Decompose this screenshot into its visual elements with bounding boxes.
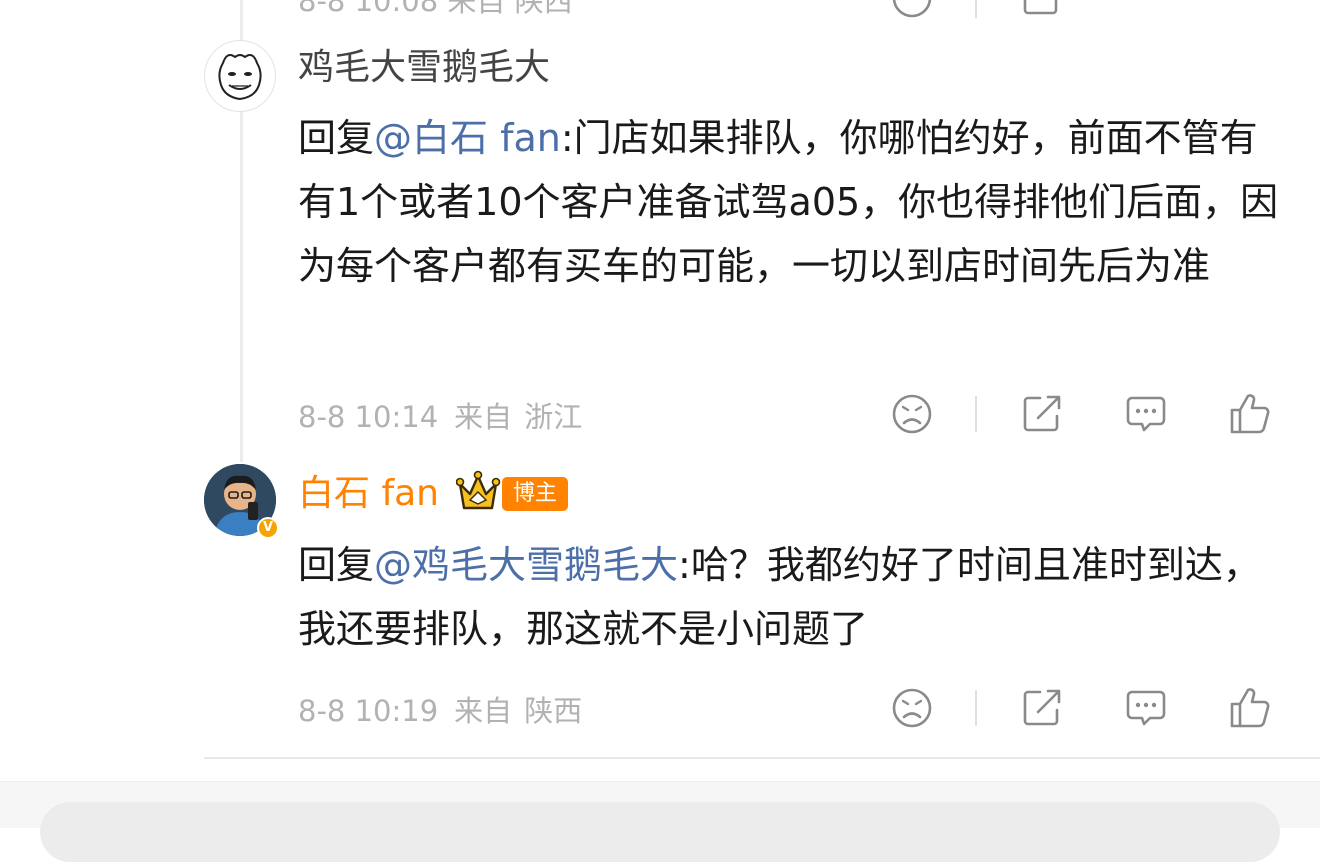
share-icon[interactable] xyxy=(1020,686,1064,730)
comment-icon[interactable] xyxy=(1124,0,1168,20)
location: 陕西 xyxy=(524,694,583,728)
avatar[interactable]: V xyxy=(204,464,279,539)
action-separator xyxy=(975,396,977,432)
username[interactable]: 白石 fan xyxy=(298,472,439,516)
username[interactable]: 鸡毛大雪鹅毛大 xyxy=(298,46,550,90)
timestamp: 8-8 10:14 xyxy=(298,400,439,434)
dislike-icon[interactable] xyxy=(890,392,934,436)
source-label: 来自 xyxy=(454,400,513,434)
divider xyxy=(204,757,1320,759)
mention-link[interactable]: @鸡毛大雪鹅毛大 xyxy=(374,543,678,587)
comment-meta: 8-8 10:14 来自 浙江 xyxy=(298,394,582,436)
crown-icon xyxy=(455,470,508,514)
timestamp: 8-8 10:19 xyxy=(298,694,439,728)
action-separator xyxy=(975,690,977,726)
like-icon[interactable] xyxy=(1228,0,1272,20)
comment-text: 回复@鸡毛大雪鹅毛大:哈？我都约好了时间且准时到达，我还要排队，那这就不是小问题… xyxy=(298,533,1288,661)
comment-icon[interactable] xyxy=(1124,686,1168,730)
comment-text: 回复@白石 fan:门店如果排队，你哪怕约好，前面不管有有1个或者10个客户准备… xyxy=(298,106,1288,298)
comment-meta: 8-8 10:19 来自 陕西 xyxy=(298,688,582,730)
previous-comment-meta: 8-8 10:08 来自 陕西 xyxy=(298,0,573,18)
action-separator xyxy=(975,0,977,18)
source-label: 来自 xyxy=(454,694,513,728)
comment-icon[interactable] xyxy=(1124,392,1168,436)
cartoon-face-avatar-icon xyxy=(218,54,262,101)
like-icon[interactable] xyxy=(1228,392,1272,436)
avatar[interactable] xyxy=(204,40,276,112)
verified-badge-icon: V xyxy=(257,517,279,539)
like-icon[interactable] xyxy=(1228,686,1272,730)
comment-input[interactable] xyxy=(40,802,1280,862)
dislike-icon[interactable] xyxy=(890,0,934,20)
dislike-icon[interactable] xyxy=(890,686,934,730)
blogger-badge: 博主 xyxy=(502,477,568,511)
reply-prefix: 回复 xyxy=(298,543,375,587)
share-icon[interactable] xyxy=(1020,0,1064,20)
location: 浙江 xyxy=(524,400,583,434)
reply-prefix: 回复 xyxy=(298,116,375,160)
share-icon[interactable] xyxy=(1020,392,1064,436)
mention-link[interactable]: @白石 fan xyxy=(374,116,561,160)
